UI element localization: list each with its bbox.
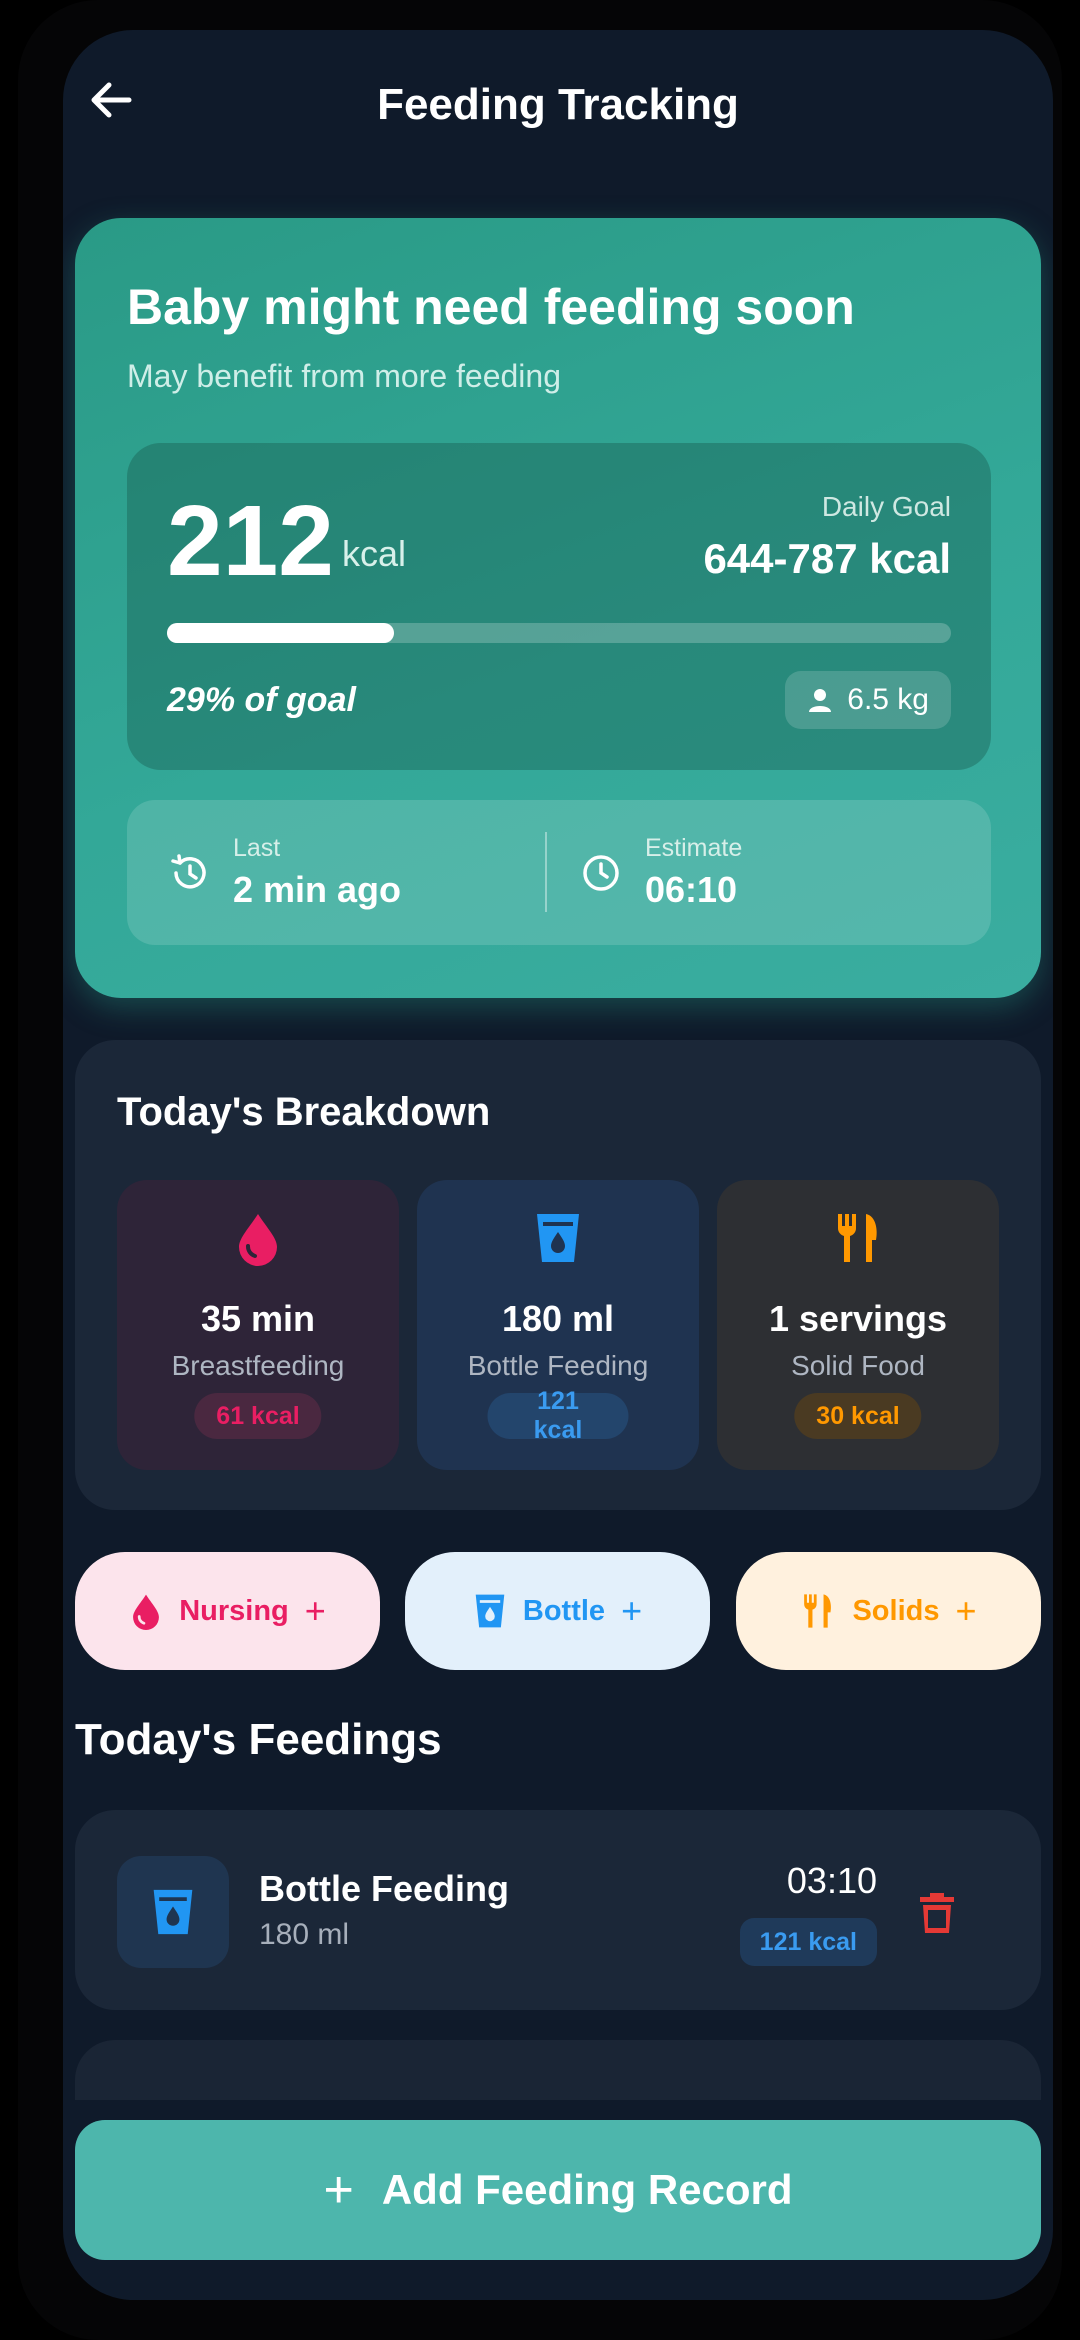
app-screen: Feeding Tracking Baby might need feeding… <box>63 30 1053 2300</box>
droplet-icon <box>239 1214 277 1266</box>
delete-icon[interactable] <box>917 1890 957 1936</box>
bottle-feeding-kcal-badge: 121 kcal <box>487 1387 629 1444</box>
breastfeeding-label: Breastfeeding <box>171 1350 345 1381</box>
add-feeding-record-label: Add Feeding Record <box>381 2166 793 2213</box>
utensils-icon <box>804 1594 832 1628</box>
solid-food-label: Solid Food <box>791 1350 925 1381</box>
status-headline: Baby might need feeding soon <box>127 279 855 335</box>
plus-icon: + <box>323 2161 354 2219</box>
last-label: Last <box>233 834 281 862</box>
bottle-icon <box>153 1889 193 1935</box>
solid-food-value: 1 servings <box>768 1298 948 1339</box>
add-nursing-button[interactable]: Nursing + <box>75 1552 380 1670</box>
weight-badge: 6.5 kg <box>785 671 951 729</box>
next-feeding-estimate: Estimate 06:10 <box>579 800 742 945</box>
estimate-label: Estimate <box>645 834 743 862</box>
last-feeding: Last 2 min ago <box>167 800 401 945</box>
calories-value: 212 <box>167 485 334 597</box>
add-solids-button[interactable]: Solids + <box>736 1552 1041 1670</box>
entry-kcal-badge: 121 kcal <box>739 1918 877 1966</box>
feeding-status-card: Baby might need feeding soon May benefit… <box>75 218 1041 998</box>
daily-goal-value: 644-787 kcal <box>703 535 951 582</box>
breastfeeding-value: 35 min <box>200 1298 316 1339</box>
todays-breakdown-card: Today's Breakdown 35 min Breastfeeding 6… <box>75 1040 1041 1510</box>
feedings-section-title: Today's Feedings <box>75 1715 442 1764</box>
goal-progress-bar <box>167 623 951 643</box>
status-subtitle: May benefit from more feeding <box>127 358 561 394</box>
plus-icon: + <box>955 1590 977 1631</box>
feeding-entry-partial <box>75 2040 1041 2100</box>
droplet-icon <box>133 1594 160 1631</box>
breastfeeding-tile[interactable]: 35 min Breastfeeding 61 kcal <box>117 1180 399 1470</box>
daily-goal-label: Daily Goal <box>821 491 951 522</box>
breakdown-title: Today's Breakdown <box>117 1090 491 1134</box>
person-icon <box>809 689 832 712</box>
bottle-feeding-tile[interactable]: 180 ml Bottle Feeding 121 kcal <box>417 1180 699 1470</box>
device-frame: Feeding Tracking Baby might need feeding… <box>18 0 1062 2340</box>
add-bottle-label: Bottle <box>522 1594 606 1627</box>
plus-icon: + <box>304 1590 326 1631</box>
entry-icon-box <box>117 1856 229 1968</box>
entry-time: 03:10 <box>786 1860 877 1901</box>
breastfeeding-kcal-badge: 61 kcal <box>194 1393 322 1439</box>
solid-food-tile[interactable]: 1 servings Solid Food 30 kcal <box>717 1180 999 1470</box>
add-nursing-label: Nursing <box>179 1594 289 1627</box>
page-title: Feeding Tracking <box>377 80 739 129</box>
add-feeding-record-button[interactable]: + Add Feeding Record <box>75 2120 1041 2260</box>
bottle-icon <box>537 1214 579 1262</box>
info-divider <box>545 832 547 912</box>
bottle-feeding-value: 180 ml <box>501 1298 615 1339</box>
goal-percent-text: 29% of goal <box>167 681 356 719</box>
calories-unit: kcal <box>342 533 407 574</box>
clock-icon <box>583 854 619 891</box>
add-bottle-button[interactable]: Bottle + <box>405 1552 710 1670</box>
bottle-feeding-label: Bottle Feeding <box>467 1350 649 1381</box>
weight-value: 6.5 kg <box>847 683 929 716</box>
last-value: 2 min ago <box>233 869 402 910</box>
plus-icon: + <box>621 1590 643 1631</box>
bottle-icon <box>475 1594 505 1628</box>
solid-food-kcal-badge: 30 kcal <box>794 1393 922 1439</box>
feeding-timing-info: Last 2 min ago Estimate 06:10 <box>127 800 991 945</box>
goal-progress-fill <box>167 623 395 643</box>
add-solids-label: Solids <box>852 1594 940 1627</box>
entry-name: Bottle Feeding <box>259 1868 509 1909</box>
estimate-value: 06:10 <box>645 869 738 910</box>
calorie-summary: 212 kcal Daily Goal 644-787 kcal 29% of … <box>127 443 991 770</box>
utensils-icon <box>837 1214 877 1262</box>
history-icon <box>171 853 206 889</box>
entry-amount: 180 ml <box>259 1918 350 1951</box>
feeding-entry[interactable]: Bottle Feeding 180 ml 03:10 121 kcal <box>75 1810 1041 2010</box>
